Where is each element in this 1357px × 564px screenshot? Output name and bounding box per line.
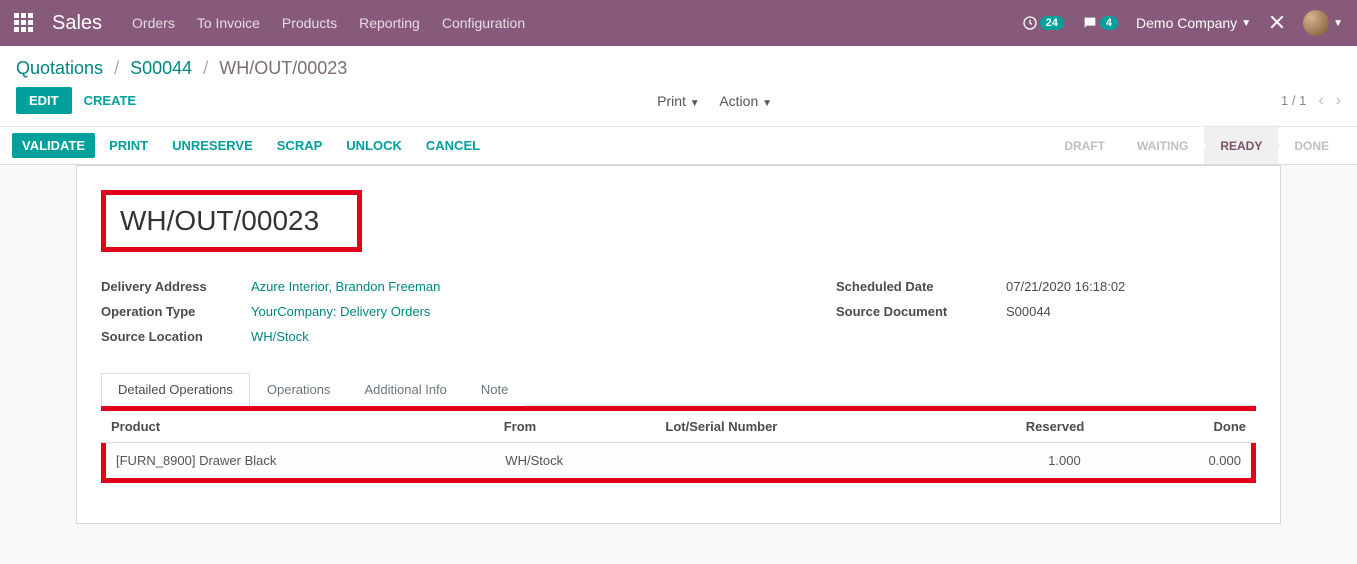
menu-orders[interactable]: Orders — [132, 15, 175, 31]
value-scheduled-date: 07/21/2020 16:18:02 — [1006, 279, 1125, 294]
pager-text: 1 / 1 — [1281, 93, 1306, 108]
value-source-document: S00044 — [1006, 304, 1051, 319]
col-lot: Lot/Serial Number — [655, 411, 932, 443]
value-delivery-address[interactable]: Azure Interior, Brandon Freeman — [251, 279, 440, 294]
unlock-button[interactable]: UNLOCK — [336, 133, 412, 158]
col-product: Product — [101, 411, 494, 443]
value-source-location[interactable]: WH/Stock — [251, 329, 309, 344]
breadcrumb-root[interactable]: Quotations — [16, 58, 103, 78]
edit-button[interactable]: EDIT — [16, 87, 72, 114]
company-switcher[interactable]: Demo Company ▼ — [1136, 15, 1251, 31]
cancel-button[interactable]: CANCEL — [416, 133, 490, 158]
chat-badge: 4 — [1100, 16, 1118, 30]
chevron-down-icon: ▼ — [762, 98, 772, 109]
table-row[interactable]: [FURN_8900] Drawer Black WH/Stock 1.000 … — [106, 443, 1251, 478]
value-operation-type[interactable]: YourCompany: Delivery Orders — [251, 304, 430, 319]
breadcrumb-current: WH/OUT/00023 — [219, 58, 347, 78]
step-waiting[interactable]: WAITING — [1121, 127, 1204, 164]
record-title-highlight: WH/OUT/00023 — [101, 190, 362, 252]
record-title: WH/OUT/00023 — [120, 205, 319, 237]
cell-from: WH/Stock — [495, 443, 655, 478]
pager-prev[interactable]: ‹ — [1318, 92, 1323, 110]
statusbar-steps: DRAFT WAITING READY DONE — [1048, 127, 1345, 164]
tab-note[interactable]: Note — [464, 373, 525, 406]
tab-detailed-operations[interactable]: Detailed Operations — [101, 373, 250, 406]
tabs: Detailed Operations Operations Additiona… — [101, 373, 1256, 406]
validate-button[interactable]: VALIDATE — [12, 133, 95, 158]
activity-icon[interactable]: 24 — [1022, 15, 1064, 31]
action-dropdown[interactable]: Action ▼ — [719, 93, 772, 109]
label-source-document: Source Document — [836, 304, 1006, 319]
menu-to-invoice[interactable]: To Invoice — [197, 15, 260, 31]
breadcrumb-mid[interactable]: S00044 — [130, 58, 192, 78]
cell-reserved: 1.000 — [930, 443, 1090, 478]
menu-products[interactable]: Products — [282, 15, 337, 31]
col-from: From — [494, 411, 656, 443]
col-reserved: Reserved — [933, 411, 1095, 443]
step-done[interactable]: DONE — [1278, 127, 1345, 164]
label-delivery-address: Delivery Address — [101, 279, 251, 294]
menu-configuration[interactable]: Configuration — [442, 15, 525, 31]
chevron-down-icon: ▼ — [1241, 18, 1251, 29]
cell-done: 0.000 — [1091, 443, 1251, 478]
top-navbar: Sales Orders To Invoice Products Reporti… — [0, 0, 1357, 46]
activity-badge: 24 — [1040, 16, 1064, 30]
pager-next[interactable]: › — [1336, 92, 1341, 110]
user-menu[interactable]: ▼ — [1303, 10, 1343, 36]
step-ready[interactable]: READY — [1204, 127, 1278, 164]
label-operation-type: Operation Type — [101, 304, 251, 319]
step-draft[interactable]: DRAFT — [1048, 127, 1121, 164]
debug-icon[interactable] — [1269, 14, 1285, 33]
company-name: Demo Company — [1136, 15, 1237, 31]
form-sheet: WH/OUT/00023 Delivery Address Azure Inte… — [76, 165, 1281, 524]
label-scheduled-date: Scheduled Date — [836, 279, 1006, 294]
operations-table: Product From Lot/Serial Number Reserved … — [101, 411, 1256, 443]
scrap-button[interactable]: SCRAP — [267, 133, 333, 158]
apps-icon[interactable] — [14, 13, 34, 33]
chevron-down-icon: ▼ — [1333, 18, 1343, 29]
print-button[interactable]: PRINT — [99, 133, 158, 158]
tab-additional-info[interactable]: Additional Info — [348, 373, 464, 406]
menu-reporting[interactable]: Reporting — [359, 15, 420, 31]
label-source-location: Source Location — [101, 329, 251, 344]
col-done: Done — [1094, 411, 1256, 443]
chevron-down-icon: ▼ — [690, 98, 700, 109]
cell-product: [FURN_8900] Drawer Black — [106, 443, 495, 478]
tab-operations[interactable]: Operations — [250, 373, 348, 406]
print-dropdown[interactable]: Print ▼ — [657, 93, 700, 109]
cell-lot — [656, 443, 931, 478]
app-brand[interactable]: Sales — [52, 12, 102, 35]
unreserve-button[interactable]: UNRESERVE — [162, 133, 263, 158]
breadcrumb: Quotations / S00044 / WH/OUT/00023 — [0, 46, 1357, 87]
main-menu: Orders To Invoice Products Reporting Con… — [132, 15, 525, 31]
avatar — [1303, 10, 1329, 36]
create-button[interactable]: CREATE — [72, 88, 148, 113]
chat-icon[interactable]: 4 — [1082, 15, 1118, 31]
